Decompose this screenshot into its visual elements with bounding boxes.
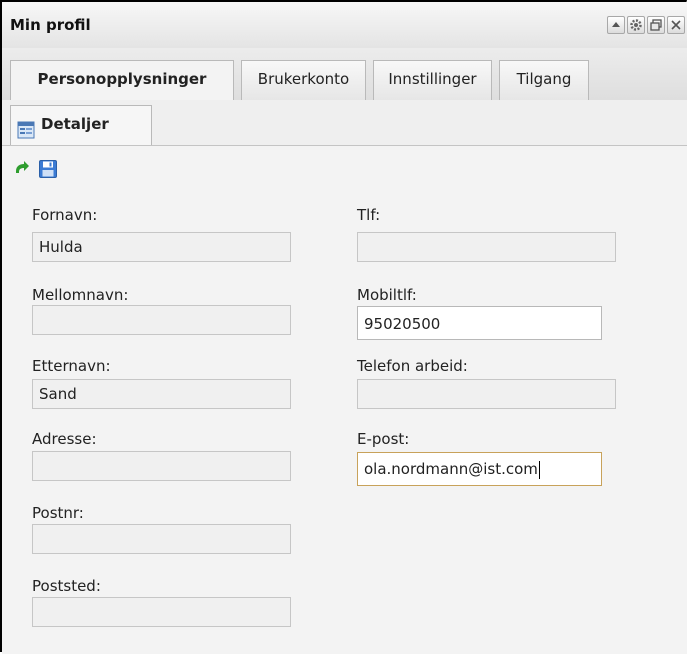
- tab-innstillinger[interactable]: Innstillinger: [373, 60, 492, 100]
- profile-window: Min profil Personopplysninger Brukerkont…: [0, 0, 687, 654]
- telefon-arbeid-field[interactable]: [357, 379, 616, 409]
- gear-icon[interactable]: [627, 16, 645, 34]
- save-icon[interactable]: [38, 159, 58, 179]
- adresse-field[interactable]: [32, 451, 291, 481]
- tab-detaljer[interactable]: Detaljer: [10, 105, 152, 145]
- epost-value: ola.nordmann@ist.com: [364, 460, 538, 478]
- fornavn-label: Fornavn:: [32, 206, 98, 224]
- poststed-field[interactable]: [32, 597, 291, 627]
- epost-field[interactable]: ola.nordmann@ist.com: [357, 452, 602, 486]
- collapse-icon[interactable]: [607, 16, 625, 34]
- mobiltlf-label: Mobiltlf:: [357, 286, 417, 304]
- main-tabstrip: Personopplysninger Brukerkonto Innstilli…: [2, 48, 687, 101]
- tab-brukerkonto[interactable]: Brukerkonto: [241, 60, 366, 100]
- epost-label: E-post:: [357, 430, 410, 448]
- refresh-icon[interactable]: [12, 159, 32, 179]
- poststed-label: Poststed:: [32, 577, 101, 595]
- window-tools: [607, 16, 685, 34]
- tlf-field[interactable]: [357, 232, 616, 262]
- tab-personopplysninger[interactable]: Personopplysninger: [10, 60, 234, 101]
- adresse-label: Adresse:: [32, 430, 97, 448]
- close-icon[interactable]: [667, 16, 685, 34]
- restore-icon[interactable]: [647, 16, 665, 34]
- etternavn-label: Etternavn:: [32, 357, 111, 375]
- details-form: Fornavn: Hulda Mellomnavn: Etternavn: Sa…: [2, 190, 687, 654]
- mellomnavn-field[interactable]: [32, 305, 291, 335]
- window-titlebar: Min profil: [2, 2, 687, 49]
- tab-tilgang[interactable]: Tilgang: [499, 60, 589, 100]
- window-title: Min profil: [10, 16, 91, 34]
- mellomnavn-label: Mellomnavn:: [32, 286, 129, 304]
- fornavn-field[interactable]: Hulda: [32, 232, 291, 262]
- postnr-field[interactable]: [32, 524, 291, 554]
- form-toolbar: [2, 146, 687, 190]
- subtabstrip: Detaljer: [2, 100, 687, 146]
- telefon-arbeid-label: Telefon arbeid:: [357, 357, 468, 375]
- tlf-label: Tlf:: [357, 206, 381, 224]
- details-icon: [17, 116, 35, 139]
- tab-detaljer-label: Detaljer: [41, 115, 109, 133]
- postnr-label: Postnr:: [32, 504, 84, 522]
- etternavn-field[interactable]: Sand: [32, 379, 291, 409]
- text-caret: [538, 460, 540, 479]
- mobiltlf-field[interactable]: 95020500: [357, 306, 602, 340]
